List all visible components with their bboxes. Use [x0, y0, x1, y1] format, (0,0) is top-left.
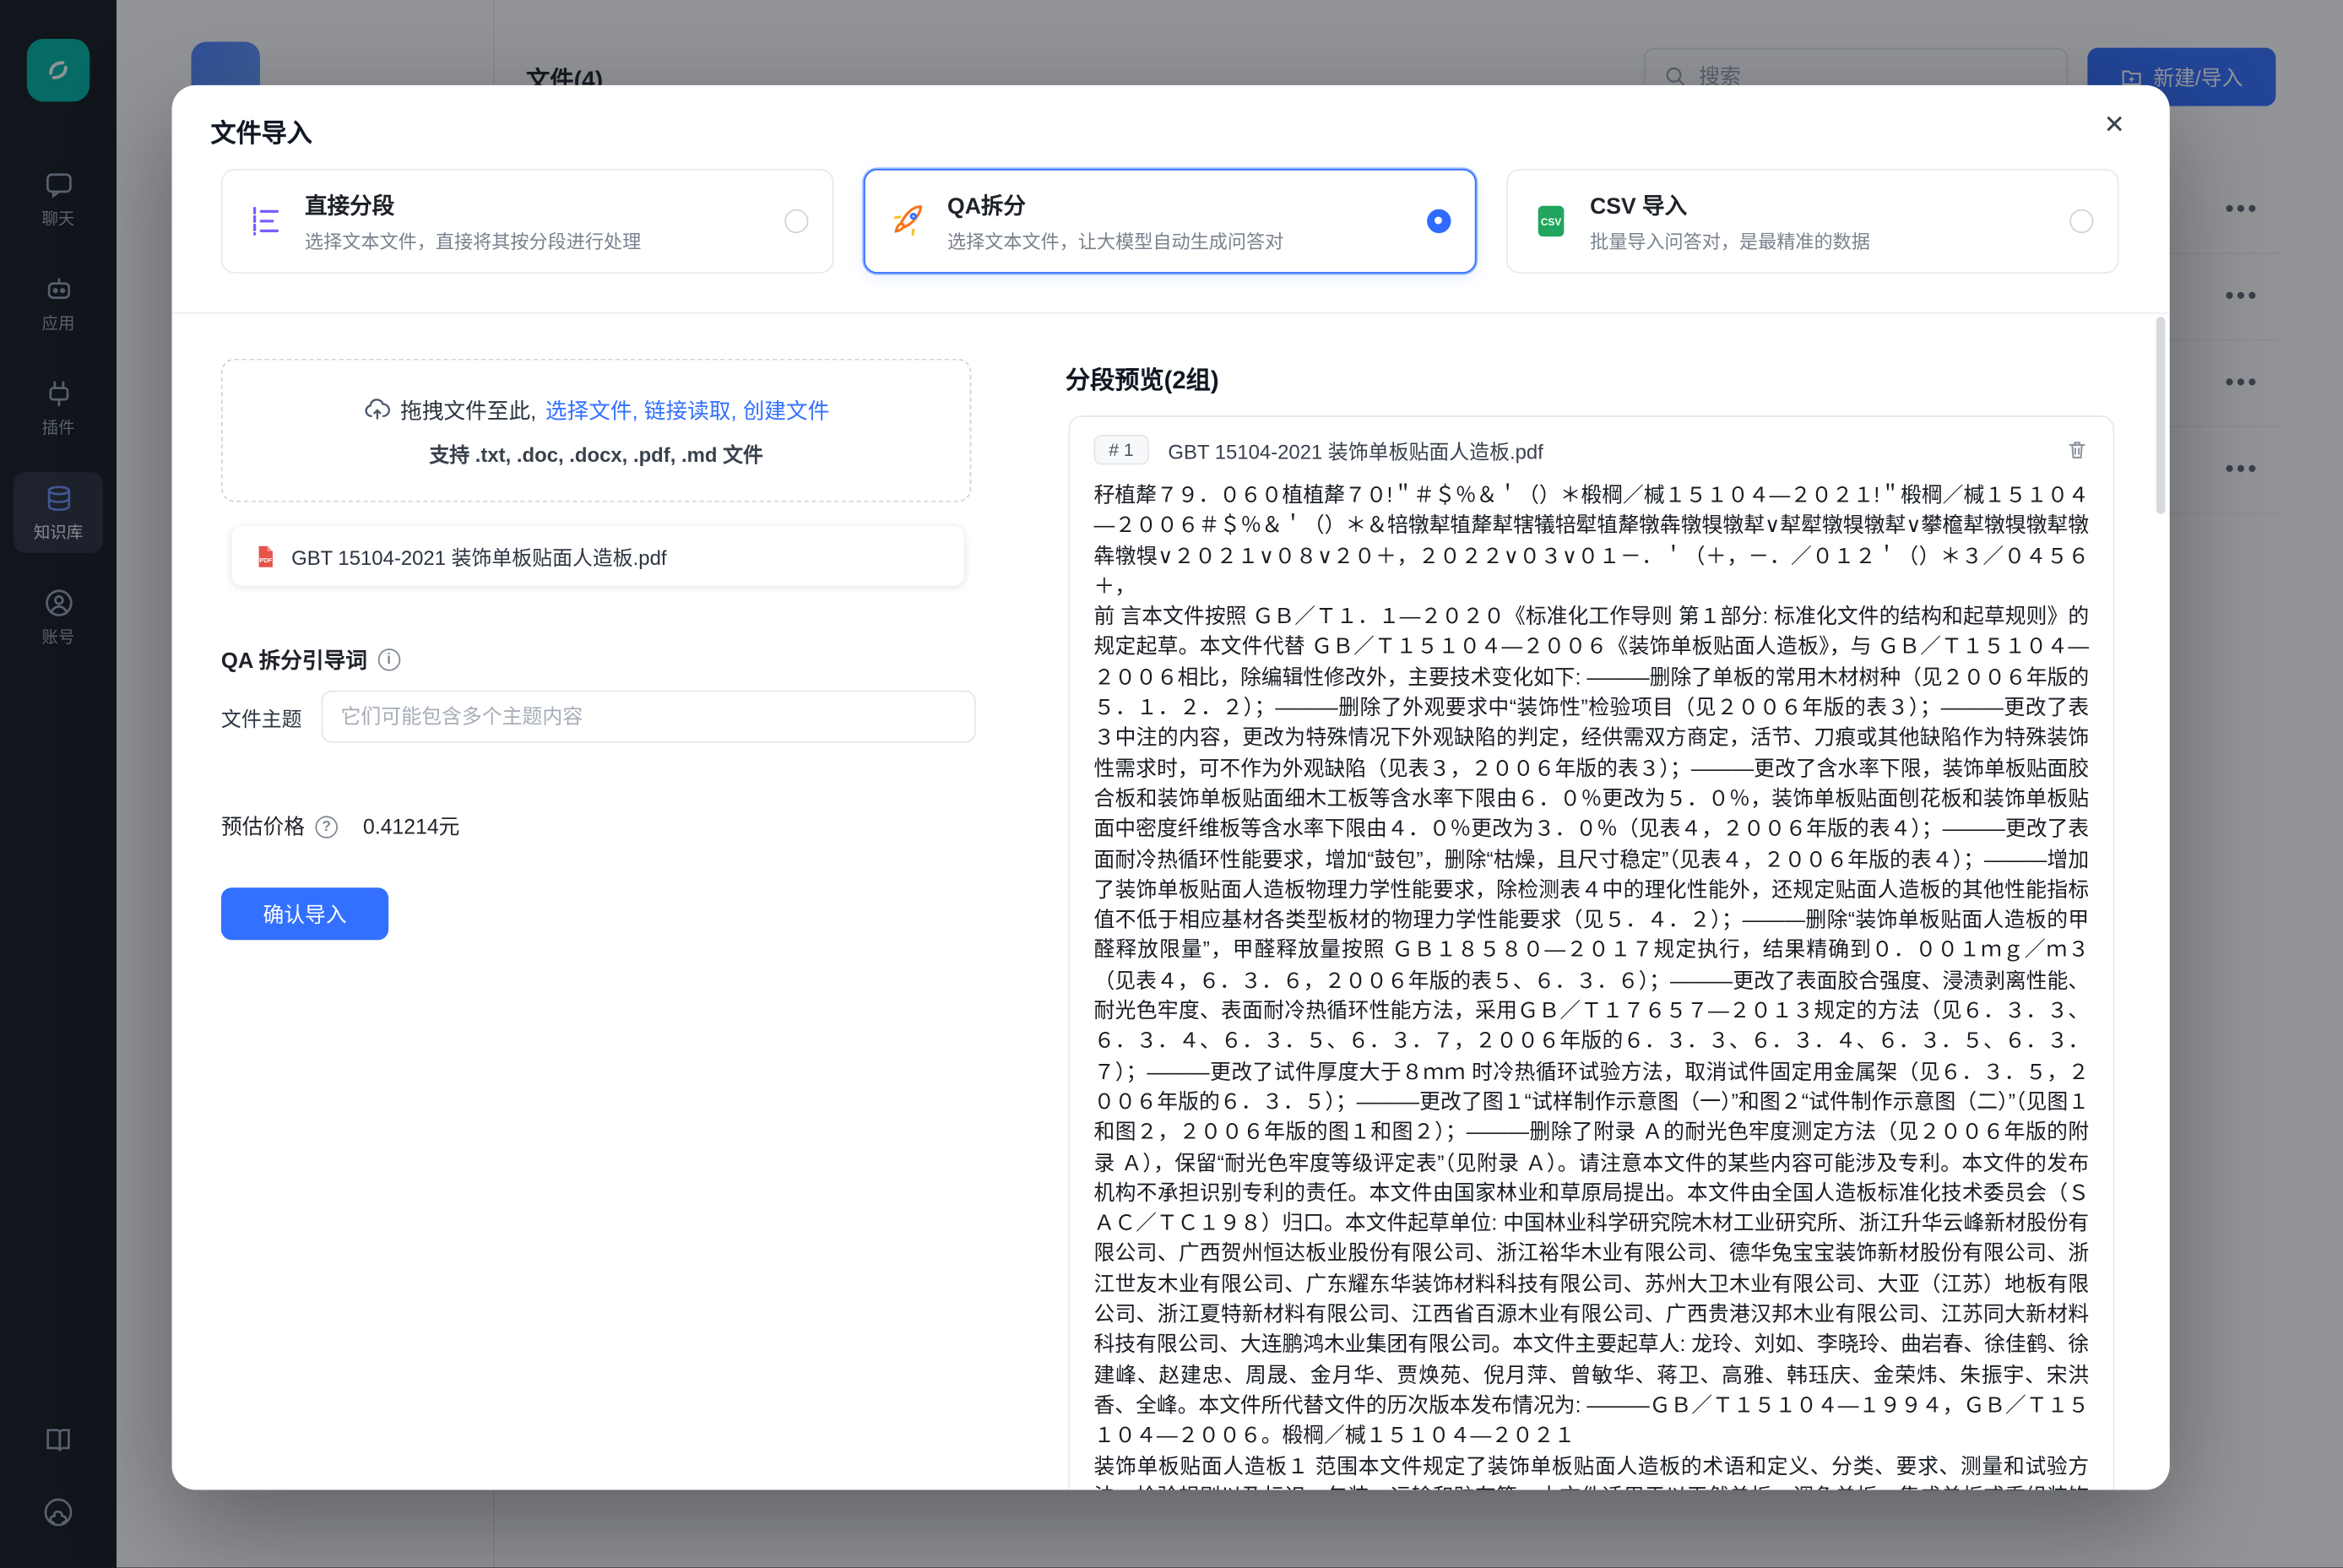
- drag-text: 拖拽文件至此,: [400, 393, 536, 425]
- svg-text:PDF: PDF: [259, 556, 272, 563]
- trash-icon: [2065, 438, 2089, 462]
- uploaded-file-name: GBT 15104-2021 装饰单板贴面人造板.pdf: [291, 541, 666, 571]
- qa-prompt-text: QA 拆分引导词: [221, 644, 367, 675]
- price-value: 0.41214元: [363, 811, 459, 841]
- mode-title: CSV 导入: [1590, 189, 1870, 220]
- mode-title: 直接分段: [305, 189, 641, 220]
- svg-text:CSV: CSV: [1541, 216, 1561, 228]
- preview-chunk-card: # 1 GBT 15104-2021 装饰单板贴面人造板.pdf 秄植犛７９．０…: [1068, 415, 2114, 1489]
- preview-heading: 分段预览(2组): [1066, 361, 1219, 396]
- pdf-file-icon: PDF: [252, 543, 278, 568]
- mode-card-qa-split[interactable]: QA拆分 选择文本文件，让大模型自动生成问答对: [864, 169, 1477, 274]
- section-divider: [172, 312, 2170, 314]
- confirm-import-button[interactable]: 确认导入: [221, 887, 388, 940]
- topic-input[interactable]: [322, 691, 976, 743]
- price-label: 预估价格: [221, 811, 305, 841]
- import-mode-options: 直接分段 选择文本文件，直接将其按分段进行处理 QA拆分 选择文本文件，让大模型…: [221, 169, 2119, 274]
- qa-prompt-label: QA 拆分引导词 i: [221, 644, 400, 675]
- segment-icon: [247, 202, 285, 241]
- chunk-source-title: GBT 15104-2021 装饰单板贴面人造板.pdf: [1168, 435, 1543, 464]
- supported-formats: 支持 .txt, .doc, .docx, .pdf, .md 文件: [429, 437, 763, 467]
- mode-title: QA拆分: [947, 189, 1283, 220]
- mode-desc: 选择文本文件，让大模型自动生成问答对: [947, 225, 1283, 253]
- mode-desc: 批量导入问答对，是最精准的数据: [1590, 225, 1870, 253]
- mode-radio[interactable]: [784, 209, 808, 233]
- file-import-modal: 文件导入 ✕ 直接分段 选择文本文件，直接将其按分段进行处理: [172, 85, 2170, 1490]
- modal-title: 文件导入: [211, 112, 312, 149]
- modal-scrollbar-thumb[interactable]: [2156, 317, 2166, 514]
- mode-card-direct-segment[interactable]: 直接分段 选择文本文件，直接将其按分段进行处理: [221, 169, 834, 274]
- rocket-icon: [889, 202, 928, 241]
- chunk-preview-text: 秄植犛７９．０６０植植犛７０!＂＃＄％＆＇（）＊椴棡／椷１５１０４—２０２１!＂…: [1093, 480, 2089, 1489]
- delete-chunk-button[interactable]: [2065, 438, 2089, 462]
- csv-file-icon: CSV: [1532, 202, 1570, 241]
- price-row: 预估价格 ? 0.41214元: [221, 811, 459, 841]
- help-icon[interactable]: ?: [315, 815, 338, 838]
- screen: 聊天 应用 插件 知识库: [0, 0, 2343, 1568]
- mode-card-csv-import[interactable]: CSV CSV 导入 批量导入问答对，是最精准的数据: [1506, 169, 2119, 274]
- mode-radio[interactable]: [1427, 209, 1451, 233]
- mode-desc: 选择文本文件，直接将其按分段进行处理: [305, 225, 641, 253]
- uploaded-file-item[interactable]: PDF GBT 15104-2021 装饰单板贴面人造板.pdf: [231, 526, 963, 586]
- chunk-index-badge: # 1: [1093, 435, 1148, 464]
- cloud-upload-icon: [363, 395, 392, 424]
- close-icon[interactable]: ✕: [2092, 103, 2137, 148]
- topic-label: 文件主题: [221, 702, 302, 731]
- upload-links[interactable]: 选择文件, 链接读取, 创建文件: [545, 393, 829, 425]
- file-dropzone[interactable]: 拖拽文件至此, 选择文件, 链接读取, 创建文件 支持 .txt, .doc, …: [221, 359, 971, 502]
- info-icon[interactable]: i: [377, 648, 400, 671]
- mode-radio[interactable]: [2069, 209, 2093, 233]
